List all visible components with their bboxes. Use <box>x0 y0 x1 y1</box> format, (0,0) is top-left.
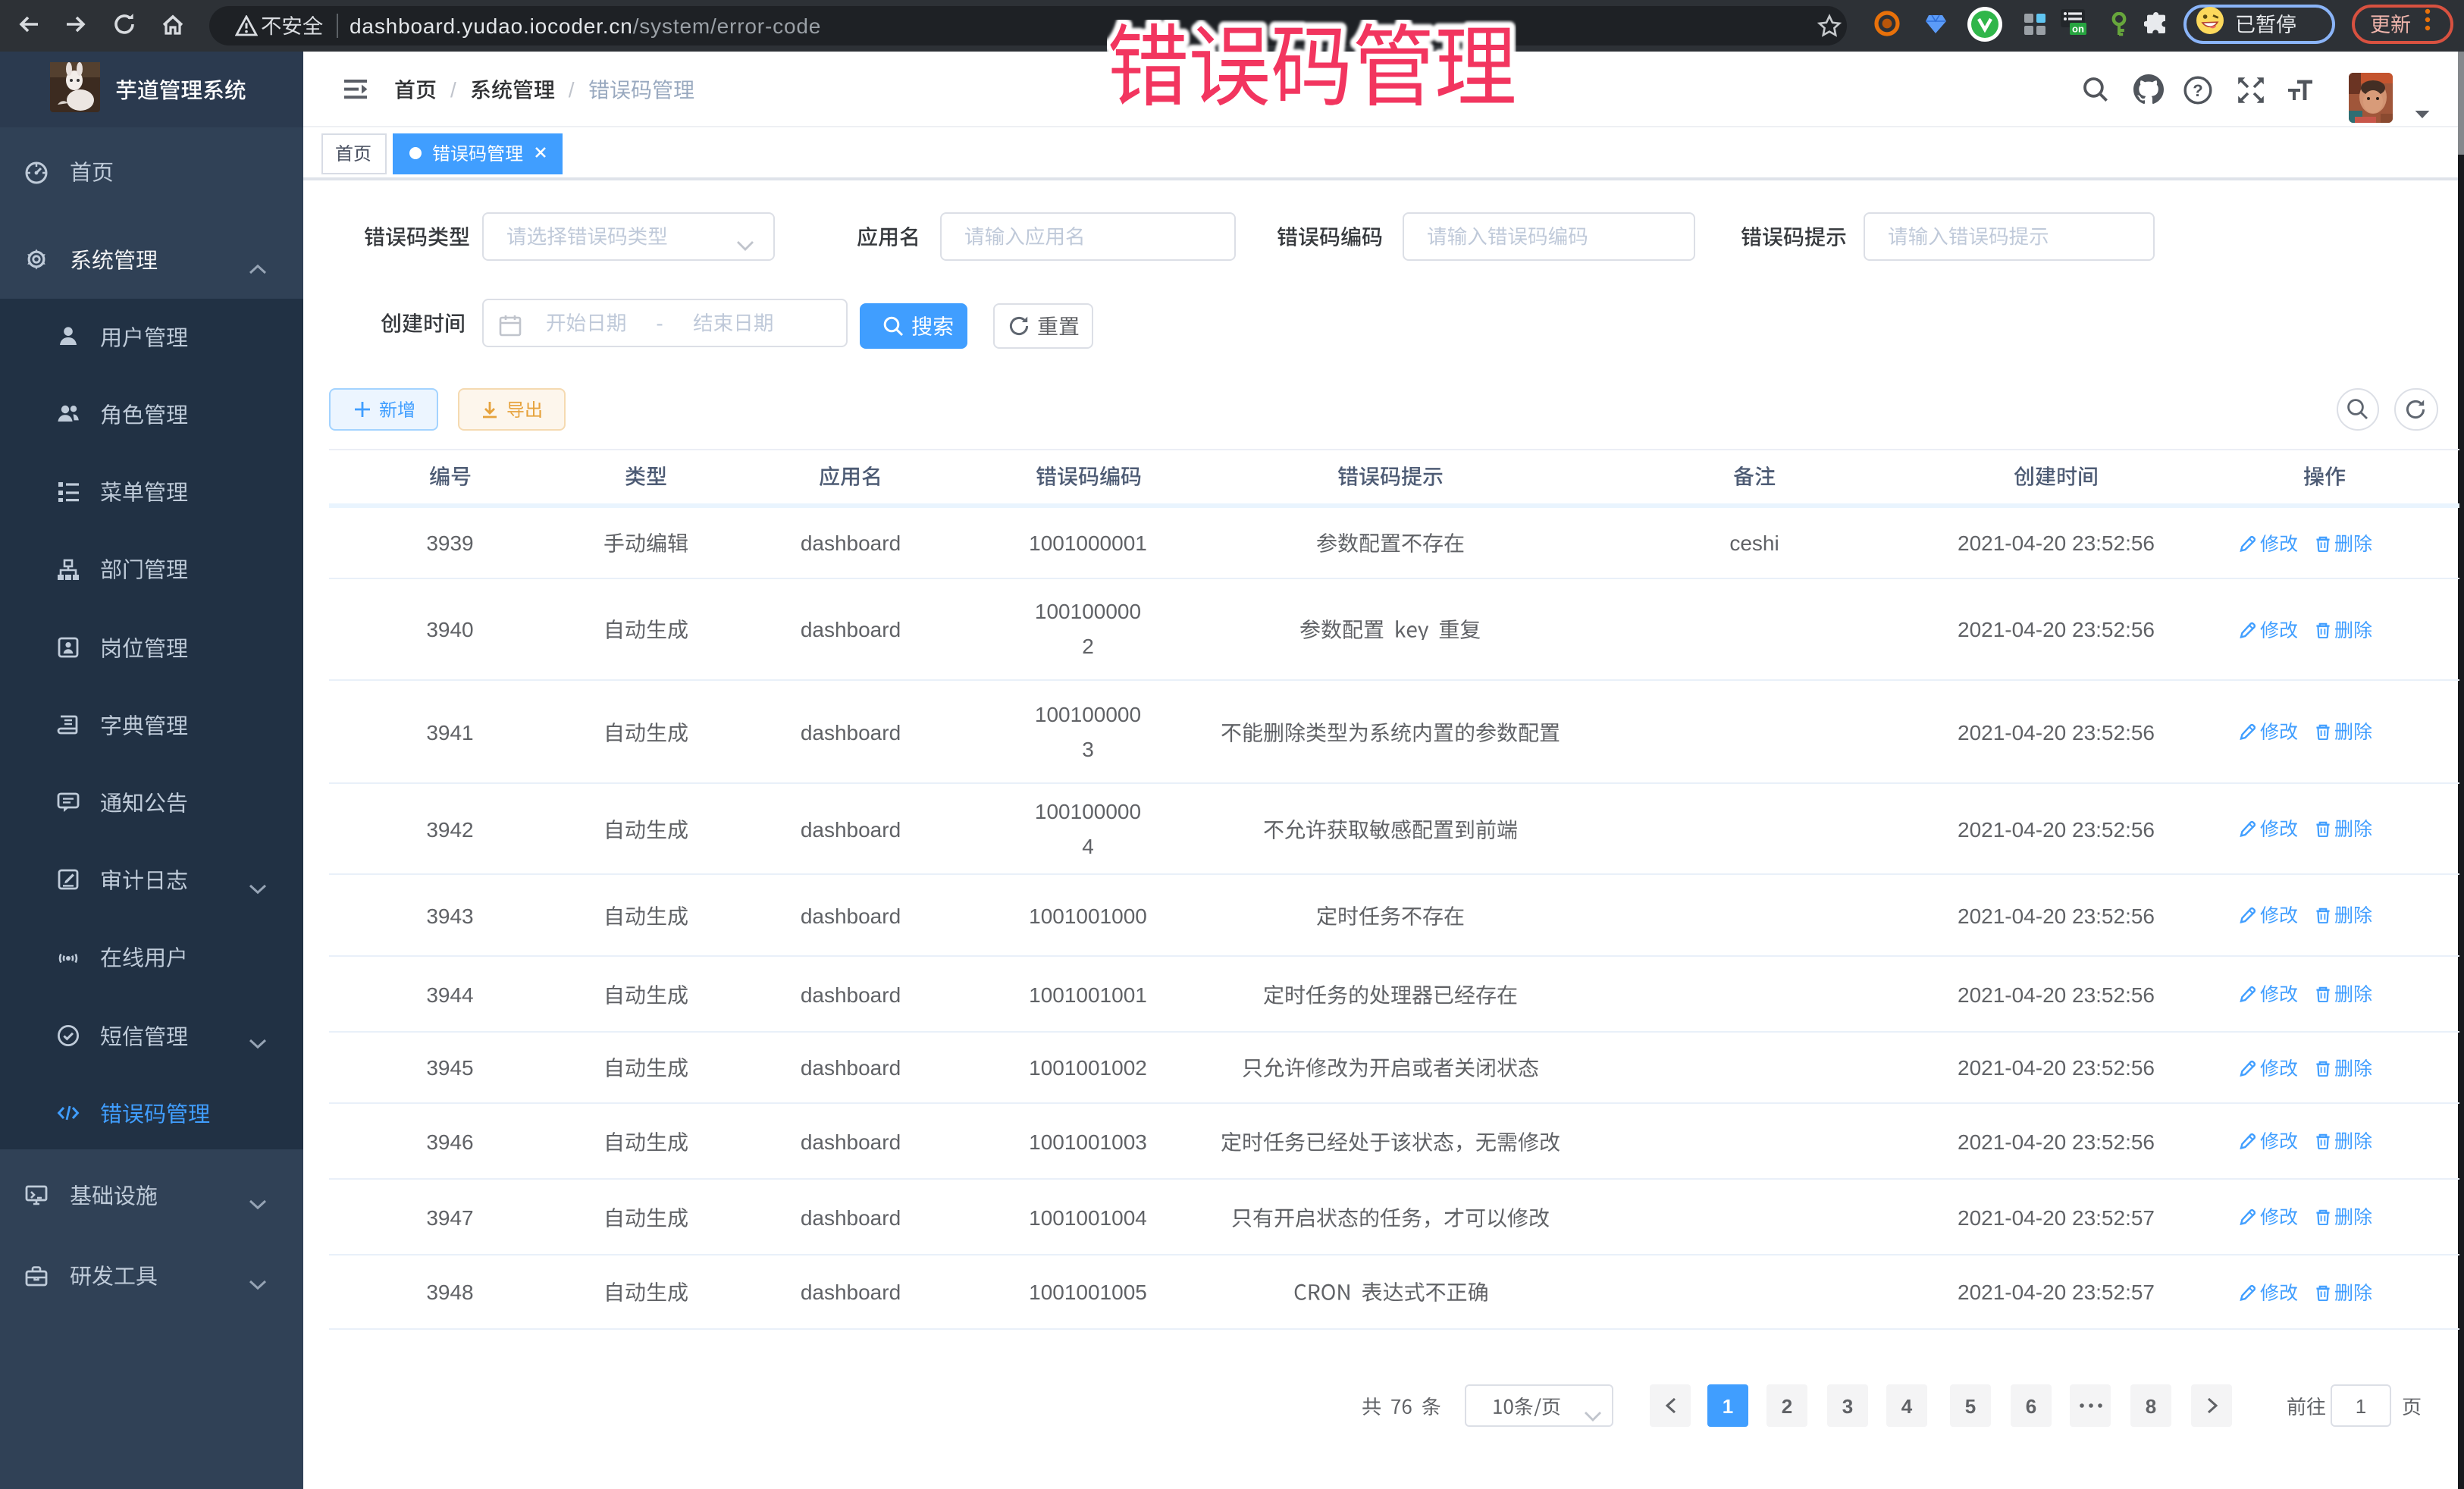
svg-text:?: ? <box>2193 80 2202 99</box>
svg-text:on: on <box>2072 23 2084 34</box>
